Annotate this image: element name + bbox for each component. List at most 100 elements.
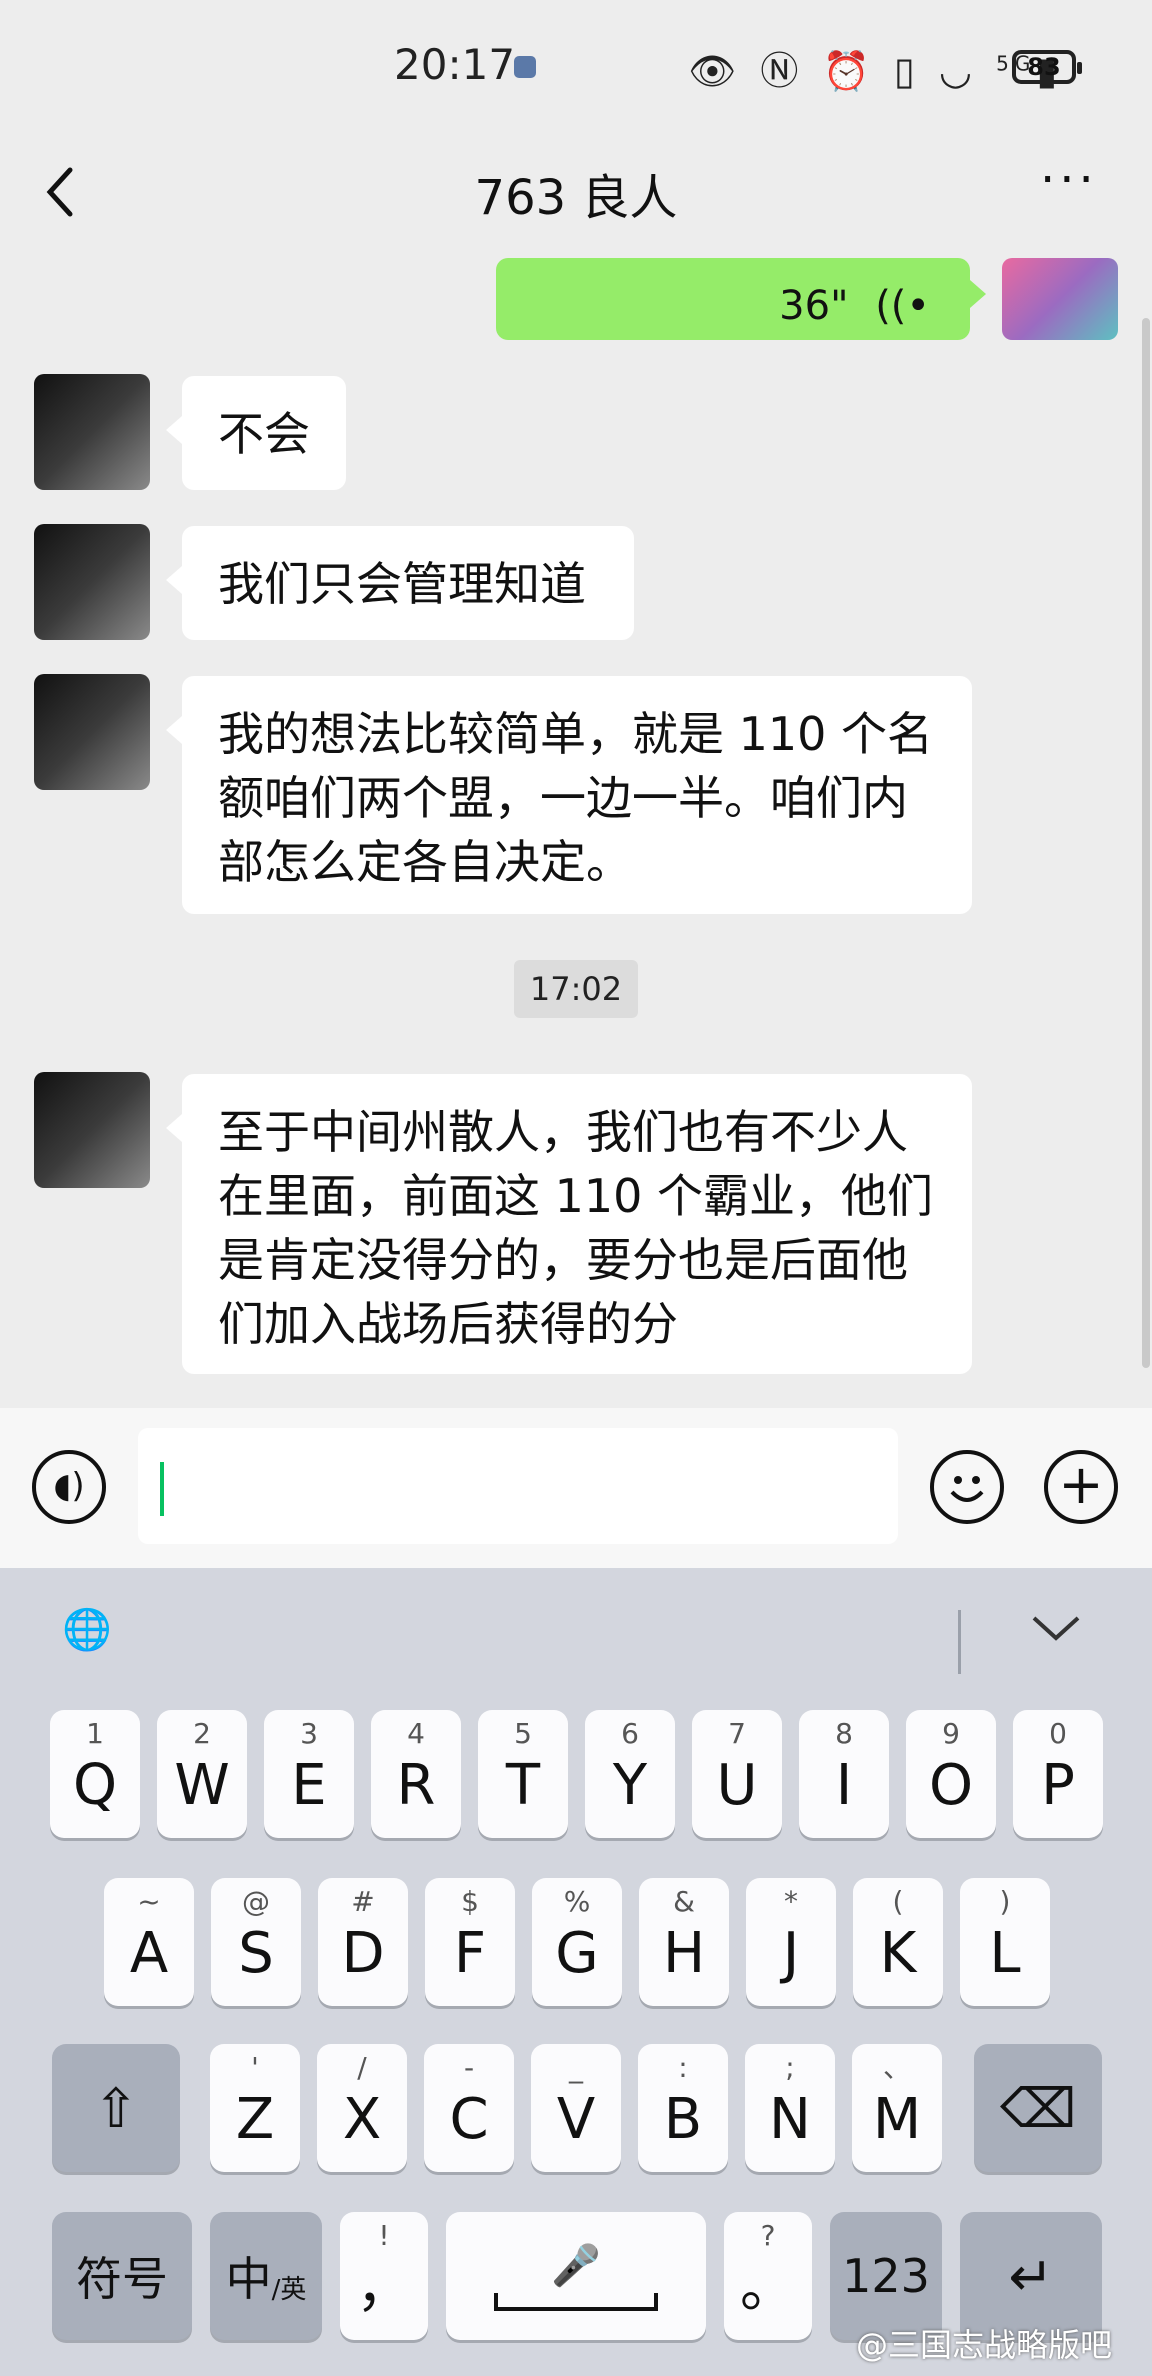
key-label: I: [835, 1753, 853, 1818]
key-q[interactable]: 1Q: [50, 1710, 140, 1838]
key-sub-label: *: [784, 1885, 798, 1918]
key-sub-label: #: [351, 1885, 375, 1918]
key-sub-label: 6: [621, 1717, 639, 1750]
keyboard: 🌐 1Q2W3E4R5T6Y7U8I9O0P ~ A @ S # D $ F% G & H * J(K)…: [0, 1568, 1152, 2376]
avatar-other[interactable]: [34, 524, 150, 640]
key-b[interactable]: :B: [638, 2044, 728, 2172]
symbols-key[interactable]: 符号: [52, 2212, 192, 2340]
key-label: T: [505, 1753, 541, 1818]
emoji-button[interactable]: [930, 1450, 1004, 1524]
collapse-keyboard-button[interactable]: [1024, 1608, 1088, 1668]
avatar-other[interactable]: [34, 674, 150, 790]
space-key[interactable]: 🎤: [446, 2212, 706, 2340]
keyboard-toolbar: 🌐: [0, 1568, 1152, 1698]
keyboard-globe-button[interactable]: 🌐: [62, 1606, 126, 1672]
backspace-icon: ⌫: [999, 2076, 1077, 2140]
vibrate-icon: ▯: [893, 49, 921, 93]
key-g[interactable]: % G: [532, 1878, 622, 2006]
message-text: 至于中间州散人，我们也有不少人在里面，前面这 110 个霸业，他们是肯定没得分的…: [218, 1105, 934, 1351]
key-l[interactable]: ) L: [960, 1878, 1050, 2006]
key-a[interactable]: ~ A: [104, 1878, 194, 2006]
key-p[interactable]: 0P: [1013, 1710, 1103, 1838]
battery-indicator: 83: [1012, 50, 1082, 84]
key-label: D: [341, 1921, 385, 1986]
key-t[interactable]: 5T: [478, 1710, 568, 1838]
shift-icon: ⇧: [93, 2076, 139, 2140]
voice-message[interactable]: 36" ((•: [496, 258, 986, 340]
key-label: M: [872, 2087, 922, 2152]
message-text: 我的想法比较简单，就是 110 个名额咱们两个盟，一边一半。咱们内部怎么定各自决…: [218, 707, 934, 889]
key-sub-label: @: [242, 1885, 270, 1918]
shift-key[interactable]: ⇧: [52, 2044, 180, 2172]
key-sub-label: ': [251, 2051, 259, 2084]
key-s[interactable]: @ S: [211, 1878, 301, 2006]
key-label: N: [769, 2087, 811, 2152]
more-button[interactable]: ···: [1040, 152, 1098, 208]
key-x[interactable]: / X: [317, 2044, 407, 2172]
key-label: O: [928, 1753, 974, 1818]
key-label: X: [342, 2087, 382, 2152]
avatar-self[interactable]: [1002, 258, 1118, 340]
message-input[interactable]: [138, 1428, 898, 1544]
text-caret: [160, 1462, 164, 1516]
key-sub-label: %: [563, 1885, 591, 1918]
key-sub-label: ~: [137, 1885, 161, 1918]
key-sub-label: ;: [785, 2051, 795, 2084]
key-y[interactable]: 6Y: [585, 1710, 675, 1838]
message-bubble[interactable]: 我的想法比较简单，就是 110 个名额咱们两个盟，一边一半。咱们内部怎么定各自决…: [166, 676, 972, 914]
key-label: B: [663, 2087, 703, 2152]
comma-label: ，: [356, 2255, 412, 2320]
key-h[interactable]: & H: [639, 1878, 729, 2006]
period-key[interactable]: ? 。: [724, 2212, 812, 2340]
plus-button[interactable]: +: [1044, 1450, 1118, 1524]
key-o[interactable]: 9O: [906, 1710, 996, 1838]
key-u[interactable]: 7U: [692, 1710, 782, 1838]
key-k[interactable]: (K: [853, 1878, 943, 2006]
chat-area[interactable]: 36" ((• 不会 我们只会管理知道 我的想法比较简单，就是 110 个名额咱…: [0, 258, 1152, 1408]
key-i[interactable]: 8I: [799, 1710, 889, 1838]
key-sub-label: 1: [86, 1717, 104, 1750]
key-d[interactable]: # D: [318, 1878, 408, 2006]
key-n[interactable]: ; N: [745, 2044, 835, 2172]
microphone-icon: 🎤: [551, 2242, 601, 2289]
key-v[interactable]: _ V: [531, 2044, 621, 2172]
key-j[interactable]: * J: [746, 1878, 836, 2006]
key-sub-label: 7: [728, 1717, 746, 1750]
key-m[interactable]: 、 M: [852, 2044, 942, 2172]
key-label: H: [662, 1921, 706, 1986]
backspace-key[interactable]: ⌫: [974, 2044, 1102, 2172]
voice-mode-button[interactable]: ◖): [32, 1450, 106, 1524]
key-z[interactable]: ' Z: [210, 2044, 300, 2172]
input-bar: ◖) +: [0, 1408, 1152, 1568]
comma-sub-label: !: [378, 2219, 390, 2252]
key-sub-label: 3: [300, 1717, 318, 1750]
key-c[interactable]: -C: [424, 2044, 514, 2172]
keyboard-globe-icon: 🌐: [62, 1607, 112, 1653]
message-bubble[interactable]: 至于中间州散人，我们也有不少人在里面，前面这 110 个霸业，他们是肯定没得分的…: [166, 1074, 972, 1374]
language-switch-key[interactable]: 中/英: [210, 2212, 322, 2340]
avatar-other[interactable]: [34, 1072, 150, 1188]
key-sub-label: ): [999, 1885, 1011, 1918]
avatar-other[interactable]: [34, 374, 150, 490]
key-label: C: [449, 2087, 489, 2152]
chat-header: 763 良人 ···: [0, 130, 1152, 250]
key-e[interactable]: 3E: [264, 1710, 354, 1838]
collapse-keyboard-icon: [1032, 1616, 1080, 1641]
voice-duration: 36": [779, 283, 849, 329]
status-time: 20:17: [394, 40, 516, 89]
toolbar-divider: [958, 1610, 961, 1674]
alarm-icon: ⏰: [822, 49, 876, 93]
status-icons: 👁 Ⓝ ⏰ ▯ ◡ 5G▮: [688, 40, 1063, 95]
comma-key[interactable]: ! ，: [340, 2212, 428, 2340]
message-bubble[interactable]: 不会: [166, 376, 346, 490]
key-label: W: [174, 1753, 230, 1818]
message-text: 我们只会管理知道: [218, 557, 586, 611]
message-bubble[interactable]: 我们只会管理知道: [166, 526, 634, 640]
key-sub-label: 5: [514, 1717, 532, 1750]
scrollbar[interactable]: [1142, 318, 1150, 1368]
key-w[interactable]: 2W: [157, 1710, 247, 1838]
key-r[interactable]: 4R: [371, 1710, 461, 1838]
key-f[interactable]: $ F: [425, 1878, 515, 2006]
chat-timestamp: 17:02: [514, 960, 638, 1018]
key-sub-label: _: [569, 2051, 583, 2084]
